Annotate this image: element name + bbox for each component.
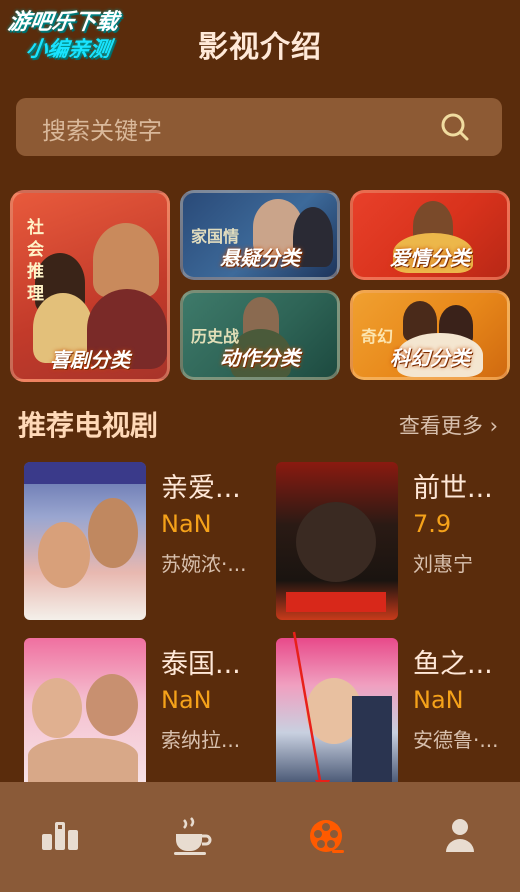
category-romance[interactable]: 爱情分类 xyxy=(350,190,510,280)
see-more-label: 查看更多 xyxy=(398,414,483,438)
tab-ranking[interactable] xyxy=(36,812,86,862)
category-label: 喜剧分类 xyxy=(50,348,130,372)
drama-title: 前世... xyxy=(413,473,493,504)
bottom-tab-bar xyxy=(0,782,520,892)
poster-image xyxy=(276,462,398,620)
ranking-icon xyxy=(42,822,78,850)
drama-score: 7.9 xyxy=(413,510,452,538)
film-reel-icon xyxy=(310,820,344,853)
drama-card[interactable]: 前世... 7.9 刘惠宁 xyxy=(268,462,508,622)
coffee-icon xyxy=(174,817,212,855)
category-label: 悬疑分类 xyxy=(220,246,300,270)
category-label: 爱情分类 xyxy=(390,246,470,270)
drama-title: 鱼之... xyxy=(413,649,493,680)
tab-films[interactable] xyxy=(302,812,352,862)
chevron-right-icon: › xyxy=(489,414,498,438)
drama-card[interactable]: 泰国... NaN 索纳拉... xyxy=(16,638,256,798)
drama-score: NaN xyxy=(161,510,212,538)
poster-image xyxy=(24,462,146,620)
user-icon xyxy=(446,819,474,852)
drama-title: 泰国... xyxy=(161,649,241,680)
drama-title: 亲爱... xyxy=(161,473,241,504)
category-comedy[interactable]: 社会推理 喜剧分类 xyxy=(10,190,170,382)
drama-actor: 苏婉浓·... xyxy=(161,552,247,576)
category-label: 科幻分类 xyxy=(390,346,470,370)
search-icon[interactable] xyxy=(440,112,470,142)
search-input[interactable]: 搜索关键字 xyxy=(16,98,502,156)
page-title: 影视介绍 xyxy=(198,30,322,65)
category-scifi[interactable]: 奇幻 科幻分类 xyxy=(350,290,510,380)
poster-image xyxy=(24,638,146,796)
tab-coffee[interactable] xyxy=(168,812,218,862)
drama-actor: 刘惠宁 xyxy=(413,552,473,576)
arrow-annotation-icon xyxy=(292,631,330,798)
drama-card[interactable]: 亲爱... NaN 苏婉浓·... xyxy=(16,462,256,622)
search-placeholder: 搜索关键字 xyxy=(42,117,162,145)
tab-profile[interactable] xyxy=(436,812,486,862)
see-more-link[interactable]: 查看更多 › xyxy=(399,410,498,440)
drama-score: NaN xyxy=(413,686,464,714)
drama-actor: 索纳拉... xyxy=(161,728,241,752)
category-label: 动作分类 xyxy=(220,346,300,370)
drama-score: NaN xyxy=(161,686,212,714)
category-action[interactable]: 历史战 动作分类 xyxy=(180,290,340,380)
section-title: 推荐电视剧 xyxy=(18,409,159,442)
category-tag: 社会推理 xyxy=(27,218,44,304)
drama-actor: 安德鲁·... xyxy=(413,728,499,752)
category-suspense[interactable]: 家国情 悬疑分类 xyxy=(180,190,340,280)
